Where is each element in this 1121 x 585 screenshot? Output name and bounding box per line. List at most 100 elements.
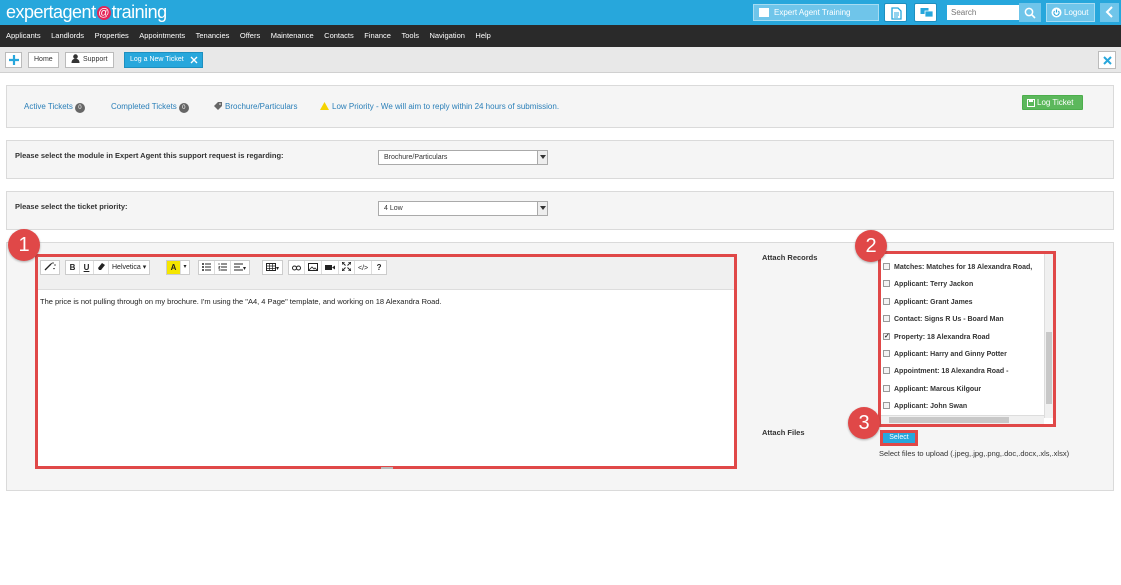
record-checkbox[interactable] xyxy=(883,385,890,392)
video-button[interactable] xyxy=(322,261,339,274)
rich-text-editor[interactable]: B U Helvetica ▾ A ▾ ▾ ▾ </> ? The price … xyxy=(35,254,737,469)
menu-item-help[interactable]: Help xyxy=(475,25,490,47)
menu-item-applicants[interactable]: Applicants xyxy=(6,25,41,47)
record-checkbox[interactable] xyxy=(883,402,890,409)
style-group xyxy=(40,260,60,275)
record-checkbox[interactable] xyxy=(883,315,890,322)
record-item[interactable]: Matches: Matches for 18 Alexandra Road, xyxy=(883,262,1032,276)
scrollbar-thumb[interactable] xyxy=(889,417,1009,423)
tab-support[interactable]: Support xyxy=(65,52,114,68)
close-icon[interactable] xyxy=(190,56,198,64)
record-item[interactable]: Applicant: Harry and Ginny Potter xyxy=(883,349,1007,363)
menu-item-appointments[interactable]: Appointments xyxy=(139,25,185,47)
menu-item-tenancies[interactable]: Tenancies xyxy=(196,25,230,47)
log-ticket-button[interactable]: Log Ticket xyxy=(1022,95,1083,110)
record-checkbox[interactable] xyxy=(883,263,890,270)
menu-item-offers[interactable]: Offers xyxy=(240,25,260,47)
caret-down-icon: ▾ xyxy=(276,266,280,272)
menu-item-tools[interactable]: Tools xyxy=(401,25,419,47)
callout-1: 1 xyxy=(8,229,40,261)
code-view-button[interactable]: </> xyxy=(355,261,373,274)
tab-home[interactable]: Home xyxy=(28,52,59,68)
magic-style-button[interactable] xyxy=(41,261,59,274)
record-checkbox[interactable] xyxy=(883,350,890,357)
plus-icon xyxy=(9,55,19,65)
link-icon xyxy=(292,265,301,271)
chat-icon xyxy=(920,8,934,18)
active-tickets-link[interactable]: Active Tickets 0 xyxy=(24,102,85,113)
record-item[interactable]: Applicant: Marcus Kilgour xyxy=(883,384,981,398)
menu-item-contacts[interactable]: Contacts xyxy=(324,25,354,47)
underline-button[interactable]: U xyxy=(80,261,94,274)
help-button[interactable]: ? xyxy=(372,261,386,274)
attach-records-list[interactable]: Matches: Matches for 18 Alexandra Road, … xyxy=(878,251,1056,427)
link-button[interactable] xyxy=(289,261,305,274)
search-button[interactable] xyxy=(1019,3,1041,22)
text-color-button[interactable]: A xyxy=(167,261,181,274)
caret-down-icon: ▾ xyxy=(142,264,147,271)
record-label: Matches: Matches for 18 Alexandra Road, xyxy=(894,264,1033,271)
table-button[interactable]: ▾ xyxy=(263,261,282,274)
logout-button[interactable]: Logout xyxy=(1046,3,1095,22)
record-label: Property: 18 Alexandra Road xyxy=(894,334,990,341)
align-dropdown-button[interactable]: ▾ xyxy=(231,261,249,274)
fullscreen-button[interactable] xyxy=(339,261,355,274)
close-window-button[interactable] xyxy=(1098,51,1116,69)
module-link[interactable]: Brochure/Particulars xyxy=(214,102,297,111)
numbered-list-button[interactable] xyxy=(215,261,231,274)
record-item[interactable]: Applicant: Terry Jackon xyxy=(883,279,973,293)
menu-item-maintenance[interactable]: Maintenance xyxy=(271,25,314,47)
messages-button[interactable] xyxy=(914,3,937,22)
collapse-button[interactable] xyxy=(1100,3,1119,22)
expert-agent-logo[interactable]: expertagent @ training xyxy=(6,2,167,23)
record-item[interactable]: Contact: Signs R Us - Board Man xyxy=(883,314,1004,328)
bold-button[interactable]: B xyxy=(66,261,80,274)
branch-selector[interactable]: Expert Agent Training xyxy=(753,4,879,21)
priority-select-value: 4 Low xyxy=(384,205,403,212)
completed-tickets-count: 0 xyxy=(178,103,189,113)
priority-notice: Low Priority - We will aim to reply with… xyxy=(320,102,559,111)
scrollbar-thumb[interactable] xyxy=(1046,332,1052,404)
document-button[interactable] xyxy=(884,3,907,22)
video-icon xyxy=(325,265,335,270)
new-tab-button[interactable] xyxy=(5,52,22,68)
caret-down-icon: ▾ xyxy=(183,264,187,270)
eraser-button[interactable] xyxy=(94,261,109,274)
horizontal-scrollbar[interactable] xyxy=(881,415,1044,424)
select-files-button[interactable]: Select xyxy=(880,430,918,446)
eraser-icon xyxy=(98,263,105,270)
record-item[interactable]: Applicant: Grant James xyxy=(883,297,973,311)
record-label: Applicant: Harry and Ginny Potter xyxy=(894,351,1007,358)
record-checkbox[interactable] xyxy=(883,280,890,287)
record-item[interactable]: Appointment: 18 Alexandra Road - xyxy=(883,366,1008,380)
editor-content[interactable]: The price is not pulling through on my b… xyxy=(40,297,442,306)
vertical-scrollbar[interactable] xyxy=(1044,254,1053,418)
record-checkbox[interactable] xyxy=(883,367,890,374)
font-family-dropdown[interactable]: Helvetica ▾ xyxy=(109,261,149,274)
chevron-left-icon xyxy=(1105,6,1113,18)
document-icon xyxy=(891,7,902,20)
tab-log-new-ticket[interactable]: Log a New Ticket xyxy=(124,52,203,68)
callout-2: 2 xyxy=(855,230,887,262)
menu-item-properties[interactable]: Properties xyxy=(95,25,129,47)
record-checkbox-checked[interactable] xyxy=(883,331,890,343)
active-tickets-label: Active Tickets xyxy=(24,102,73,111)
bullet-list-icon xyxy=(202,263,211,271)
record-label: Applicant: John Swan xyxy=(894,403,968,410)
record-item[interactable]: Property: 18 Alexandra Road xyxy=(883,331,990,346)
priority-title: Low Priority xyxy=(332,102,374,111)
menu-item-landlords[interactable]: Landlords xyxy=(51,25,84,47)
search-input[interactable] xyxy=(947,5,1019,20)
completed-tickets-link[interactable]: Completed Tickets 0 xyxy=(111,102,189,113)
priority-select[interactable]: 4 Low xyxy=(378,201,548,216)
module-panel: Please select the module in Expert Agent… xyxy=(6,140,1114,179)
record-item[interactable]: Applicant: John Swan xyxy=(883,401,967,415)
color-dropdown-button[interactable]: ▾ xyxy=(181,261,189,274)
menu-item-finance[interactable]: Finance xyxy=(364,25,391,47)
record-checkbox[interactable] xyxy=(883,298,890,305)
resize-handle[interactable] xyxy=(381,467,393,469)
module-select[interactable]: Brochure/Particulars xyxy=(378,150,548,165)
menu-item-navigation[interactable]: Navigation xyxy=(429,25,464,47)
image-button[interactable] xyxy=(305,261,322,274)
bullet-list-button[interactable] xyxy=(199,261,215,274)
